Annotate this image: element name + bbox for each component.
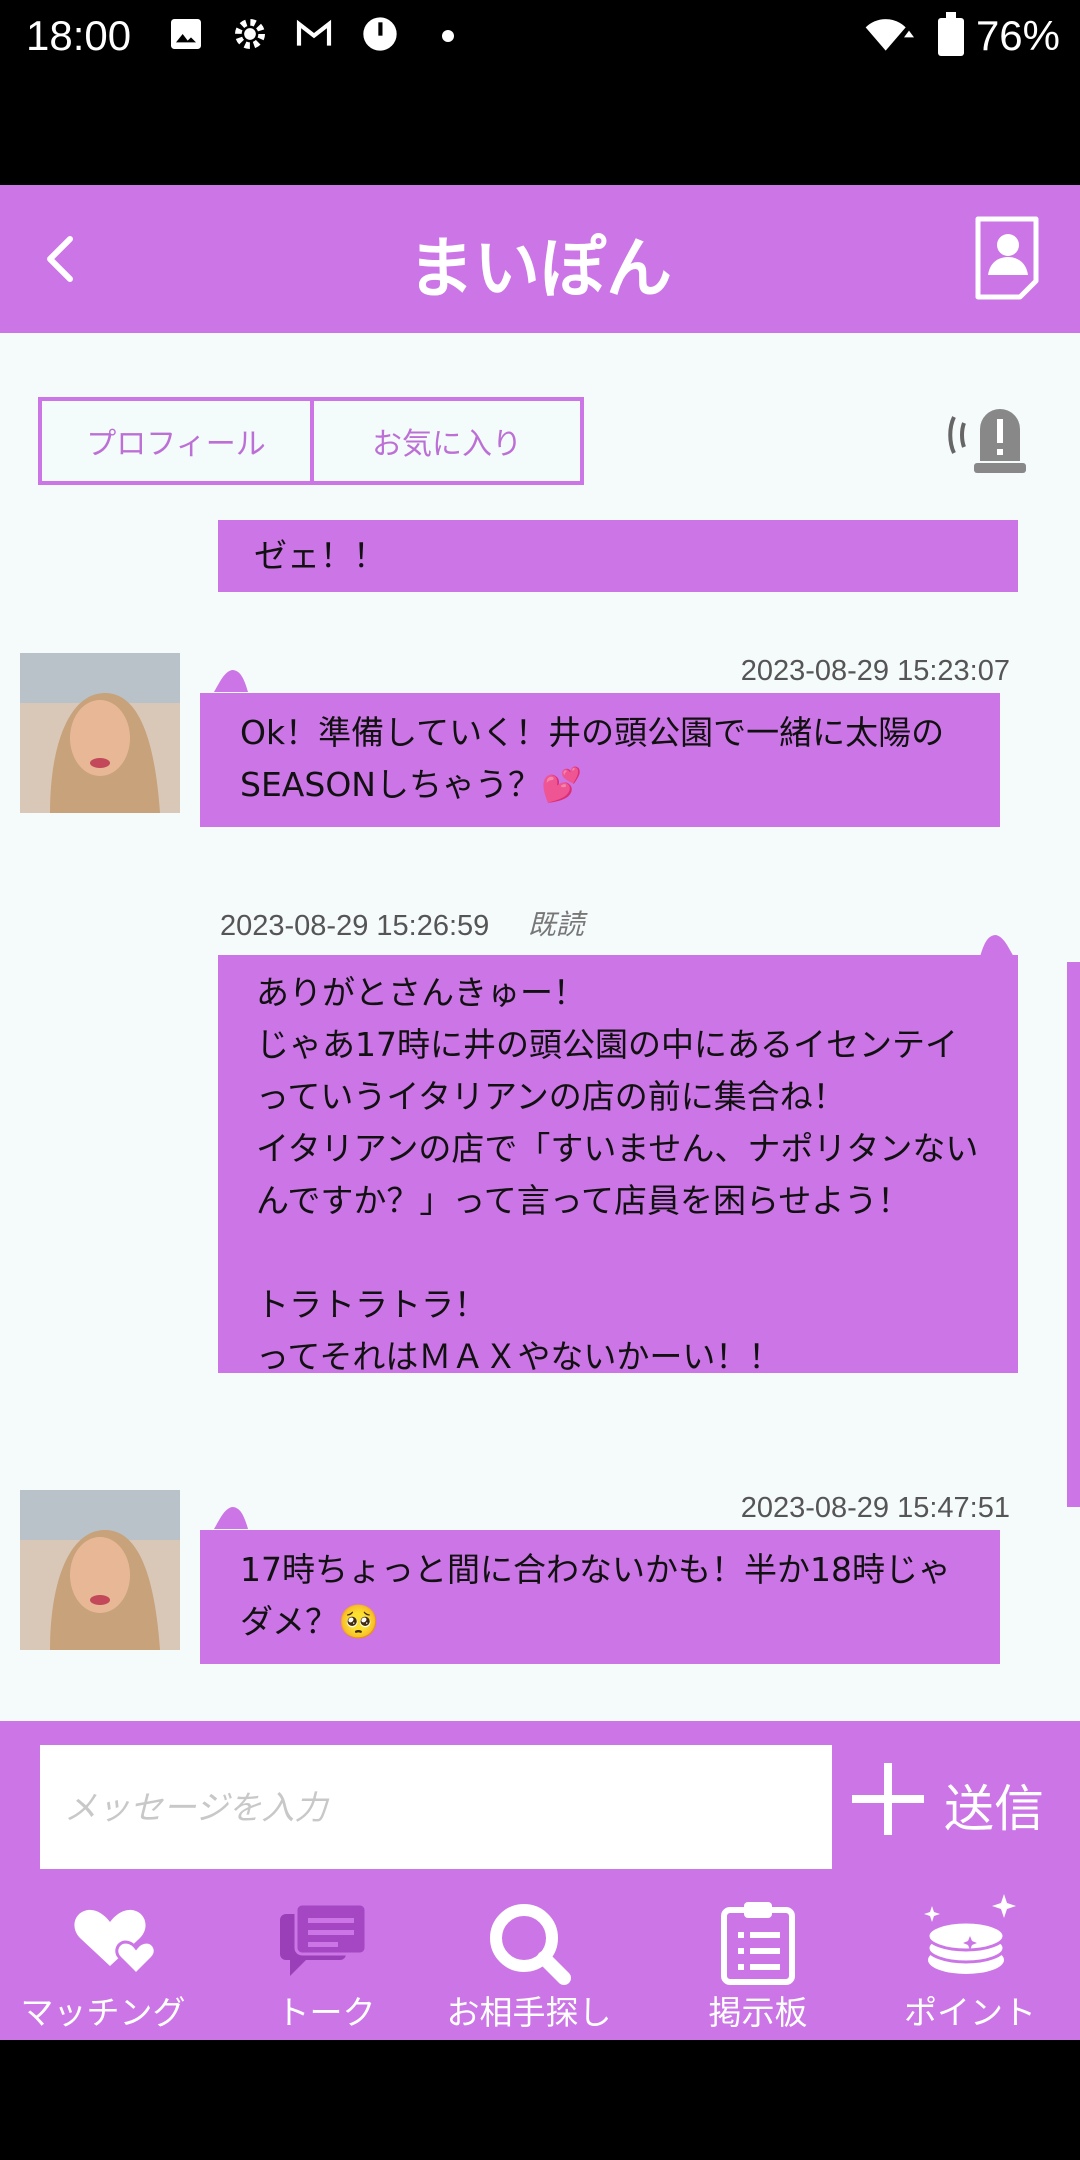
chat-area: プロフィール お気に入り ゼェ！！ 2023-08-29 15:23:07 Ok…	[0, 333, 1080, 1721]
nav-item-search[interactable]: お相手探し	[440, 1886, 618, 2040]
nav-item-points[interactable]: ポイント	[880, 1886, 1060, 2040]
hearts-icon	[74, 1909, 157, 1977]
avatar-image	[20, 653, 180, 813]
message-bubble-received: 17時ちょっと間に合わないかも！半か18時じゃダメ？🥺	[200, 1530, 1000, 1664]
battery-percentage: 76%	[975, 12, 1060, 59]
message-timestamp: 2023-08-29 15:26:59	[220, 910, 490, 942]
nav-label-search: お相手探し	[446, 1993, 612, 2032]
nav-item-talk[interactable]: トーク	[226, 1886, 426, 2040]
bottom-nav: マッチング トーク お相手探し 掲示板 ポイント	[0, 1886, 1080, 2040]
send-button[interactable]: 送信	[846, 1747, 1066, 1857]
nav-label-points: ポイント	[904, 1993, 1036, 2032]
status-bar: 18:00 76%	[0, 0, 1080, 72]
avatar[interactable]	[20, 653, 180, 813]
chat-header: まいぽん	[0, 185, 1080, 333]
nav-label-board: 掲示板	[708, 1993, 808, 2032]
message-bubble-sent: ゼェ！！	[218, 520, 1018, 592]
coins-sparkle-icon	[924, 1894, 1016, 1974]
read-receipt: 既読	[528, 908, 585, 941]
bubble-tail	[980, 935, 1014, 957]
message-input-bar: 送信	[0, 1721, 1080, 1886]
scrollbar[interactable]	[1067, 962, 1080, 1507]
alert-circle-icon	[363, 17, 397, 51]
message-bubble-received: Ok！準備していく！井の頭公園で一緒に太陽のSEASONしちゃう？💕	[200, 693, 1000, 827]
favorite-tab-button[interactable]: お気に入り	[310, 397, 584, 485]
image-icon	[171, 19, 201, 49]
avatar-image	[20, 1490, 180, 1650]
nav-item-board[interactable]: 掲示板	[660, 1886, 856, 2040]
dot-icon	[442, 30, 454, 42]
gmail-icon	[296, 19, 332, 46]
chat-bubbles-icon	[280, 1902, 368, 1976]
battery-icon	[938, 12, 964, 56]
send-label: 送信	[944, 1780, 1044, 1838]
status-time: 18:00	[26, 12, 132, 59]
gear-icon	[235, 19, 265, 49]
search-icon	[490, 1904, 571, 1985]
profile-tab-button[interactable]: プロフィール	[38, 397, 314, 485]
message-bubble-sent: ありがとさんきゅー！ じゃあ17時に井の頭公園の中にあるイセンテイっていうイタリ…	[218, 955, 1018, 1376]
clipboard-icon	[721, 1902, 795, 1985]
page-title: まいぽん	[408, 230, 672, 307]
message-input[interactable]	[40, 1745, 832, 1869]
bubble-tail	[214, 670, 248, 692]
profile-card-icon[interactable]	[972, 213, 1048, 301]
nav-label-talk: トーク	[276, 1993, 376, 2032]
bubble-tail	[214, 1507, 248, 1529]
nav-item-matching[interactable]: マッチング	[0, 1886, 206, 2040]
message-timestamp: 2023-08-29 15:47:51	[740, 1492, 1010, 1524]
avatar[interactable]	[20, 1490, 180, 1650]
wifi-icon	[865, 19, 914, 51]
alarm-report-icon[interactable]	[940, 393, 1040, 483]
nav-label-matching: マッチング	[20, 1993, 186, 2032]
message-timestamp: 2023-08-29 15:23:07	[740, 655, 1010, 687]
plus-icon	[852, 1763, 924, 1835]
